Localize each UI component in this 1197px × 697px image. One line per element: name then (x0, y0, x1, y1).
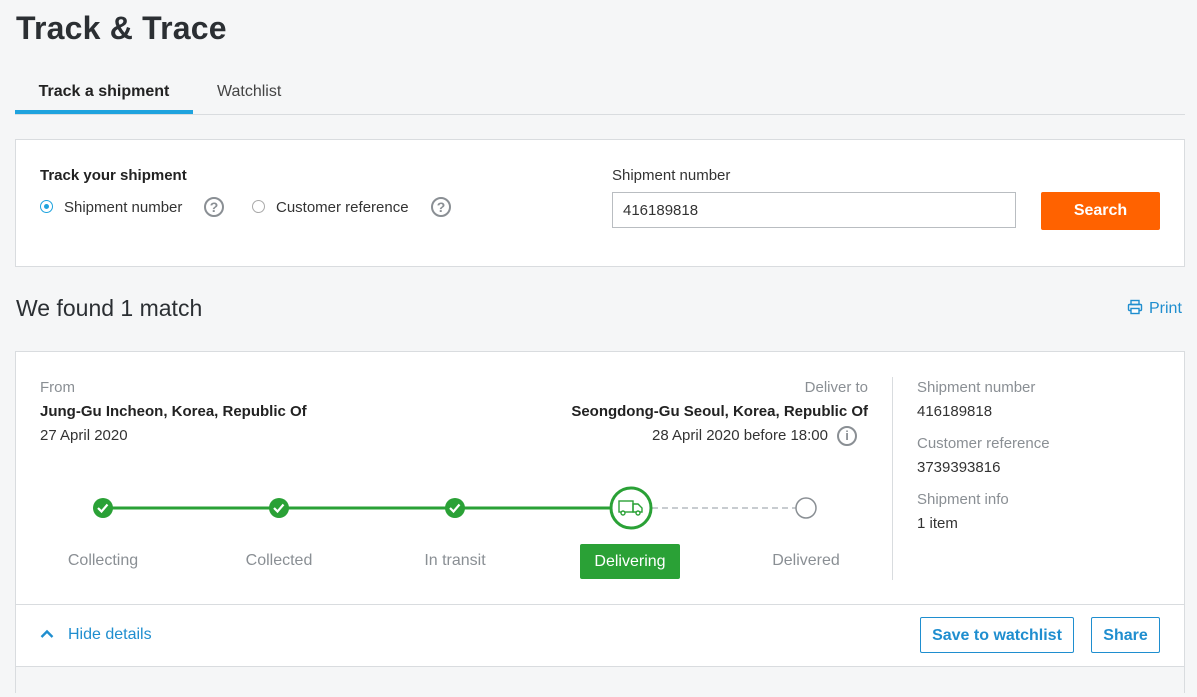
divider (16, 604, 1184, 605)
search-button[interactable]: Search (1041, 192, 1160, 230)
shipment-card: From Jung-Gu Incheon, Korea, Republic Of… (15, 351, 1185, 697)
tab-watchlist[interactable]: Watchlist (217, 80, 281, 114)
from-location: Jung-Gu Incheon, Korea, Republic Of (40, 403, 307, 420)
print-label: Print (1149, 300, 1182, 317)
hide-details-label: Hide details (68, 626, 152, 643)
chevron-up-icon (40, 629, 54, 638)
radio-customer-reference[interactable]: Customer reference (252, 199, 442, 224)
step-label-in-transit: In transit (424, 552, 486, 569)
help-icon[interactable]: ? (431, 197, 451, 217)
detail-value-shipment-info: 1 item (917, 515, 958, 532)
step-done-icon (269, 498, 289, 518)
progress-tracker (93, 486, 817, 530)
step-label-delivered: Delivered (772, 552, 840, 569)
search-heading: Track your shipment (40, 167, 187, 184)
step-label-delivering: Delivering (580, 544, 680, 579)
page-title: Track & Trace (16, 10, 227, 46)
detail-value-customer-reference: 3739393816 (917, 459, 1001, 476)
details-panel (16, 667, 1184, 697)
shipment-number-label: Shipment number (612, 167, 731, 184)
from-date: 27 April 2020 (40, 427, 128, 444)
detail-label-shipment-number: Shipment number (917, 379, 1036, 396)
radio-label: Customer reference (276, 199, 409, 216)
printer-icon (1127, 299, 1143, 315)
detail-label-shipment-info: Shipment info (917, 491, 1009, 508)
hide-details-toggle[interactable]: Hide details (40, 626, 152, 644)
shipment-number-input[interactable]: 416189818 (612, 192, 1016, 228)
results-heading: We found 1 match (16, 295, 203, 321)
tab-track-shipment[interactable]: Track a shipment (15, 80, 193, 114)
radio-label: Shipment number (64, 199, 183, 216)
info-icon[interactable]: i (837, 426, 857, 446)
radio-shipment-number[interactable]: Shipment number (40, 199, 230, 224)
tab-bar: Track a shipment Watchlist (15, 80, 1185, 115)
share-button[interactable]: Share (1091, 617, 1160, 653)
delivery-date: 28 April 2020 before 18:00 (652, 427, 828, 444)
from-label: From (40, 379, 75, 396)
deliver-to-label: Deliver to (804, 379, 868, 396)
step-done-icon (93, 498, 113, 518)
delivery-truck-icon (609, 486, 653, 530)
step-done-icon (445, 498, 465, 518)
detail-value-shipment-number: 416189818 (917, 403, 993, 420)
deliver-to-location: Seongdong-Gu Seoul, Korea, Republic Of (571, 403, 868, 420)
step-label-collected: Collected (245, 552, 313, 569)
save-to-watchlist-button[interactable]: Save to watchlist (920, 617, 1074, 653)
help-icon[interactable]: ? (204, 197, 224, 217)
radio-button-selected[interactable] (40, 200, 53, 213)
step-pending-icon (795, 497, 817, 519)
detail-label-customer-reference: Customer reference (917, 435, 1050, 452)
step-label-collecting: Collecting (67, 552, 139, 569)
search-card: Track your shipment Shipment number ? Cu… (15, 139, 1185, 267)
divider (892, 377, 893, 580)
radio-button[interactable] (252, 200, 265, 213)
print-link[interactable]: Print (1127, 299, 1182, 318)
